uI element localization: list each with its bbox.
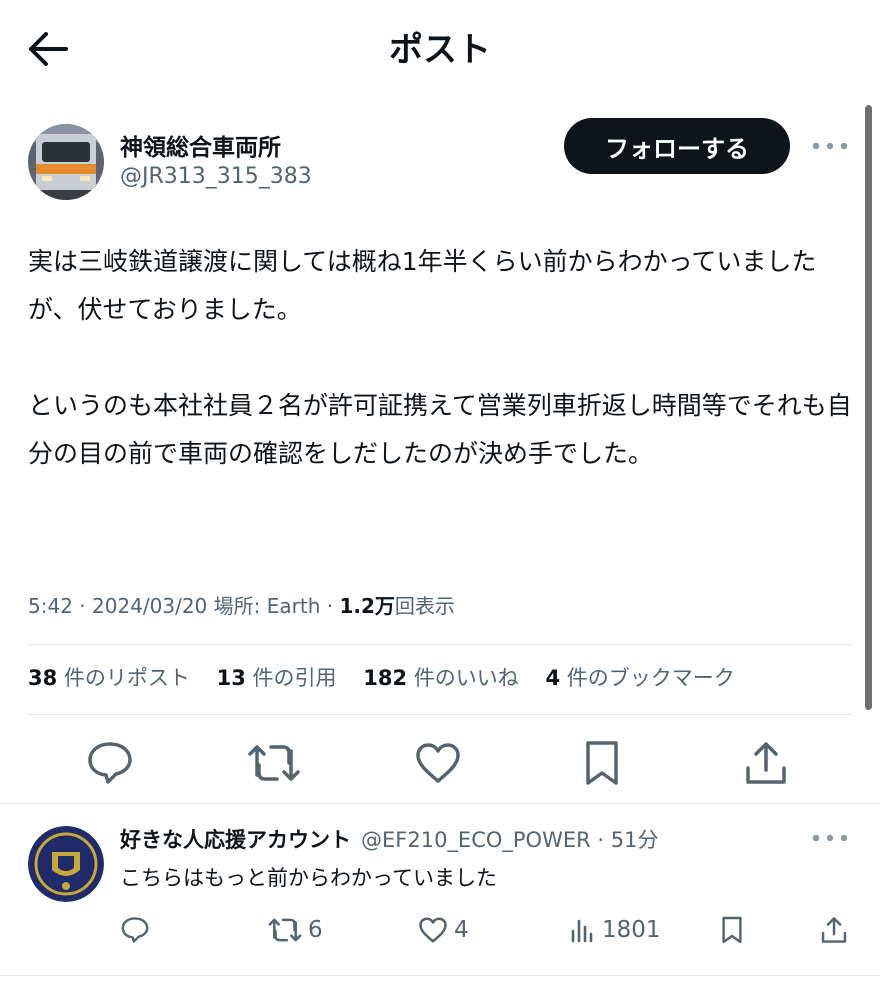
stat-likes[interactable]: 182 件のいいね	[363, 666, 519, 690]
stat-quotes[interactable]: 13 件の引用	[217, 666, 337, 690]
share-icon	[821, 917, 847, 943]
reply-view-count: 1801	[602, 917, 661, 943]
reply-like-button[interactable]: 4	[418, 912, 469, 948]
reply-repost-button[interactable]: 6	[268, 912, 323, 948]
share-icon	[746, 742, 786, 784]
share-button[interactable]	[736, 735, 796, 791]
divider	[28, 714, 853, 715]
bookmark-icon	[722, 916, 742, 944]
post-actions	[0, 735, 880, 795]
reply-button[interactable]	[80, 735, 140, 791]
reply-icon	[121, 917, 149, 943]
top-bar: ポスト	[0, 0, 880, 100]
repost-icon	[248, 745, 300, 781]
reply-share-button[interactable]	[820, 912, 848, 948]
analytics-icon	[571, 919, 593, 943]
author-name[interactable]: 神領総合車両所	[120, 128, 281, 162]
reply-bookmark-button[interactable]	[720, 912, 744, 948]
reply-author-handle[interactable]: @EF210_ECO_POWER	[361, 828, 591, 852]
reply-time[interactable]: 51分	[611, 828, 659, 852]
emblem-avatar-image	[28, 826, 104, 902]
repost-icon	[268, 918, 302, 942]
more-icon	[812, 834, 848, 842]
author-handle[interactable]: @JR313_315_383	[120, 164, 312, 189]
views-count: 1.2万	[339, 594, 395, 618]
reply-text: こちらはもっと前からわかっていました	[120, 866, 497, 890]
divider	[0, 975, 880, 976]
reply-header: 好きな人応援アカウント @EF210_ECO_POWER · 51分	[120, 828, 659, 852]
post-time[interactable]: 5:42	[28, 594, 73, 618]
bookmark-button[interactable]	[572, 735, 632, 791]
bookmark-icon	[586, 741, 618, 785]
like-icon	[419, 917, 447, 943]
repost-button[interactable]	[244, 735, 304, 791]
reply-reply-button[interactable]	[120, 912, 150, 948]
post-date[interactable]: 2024/03/20	[92, 594, 207, 618]
like-button[interactable]	[408, 735, 468, 791]
post-author: 神領総合車両所 @JR313_315_383 フォローする	[28, 118, 850, 202]
reply-repost-count: 6	[308, 917, 323, 943]
post-location: 場所: Earth	[213, 594, 321, 618]
page-title: ポスト	[389, 30, 491, 70]
like-icon	[416, 743, 460, 783]
avatar[interactable]	[28, 124, 104, 200]
reply-views-button[interactable]: 1801	[570, 912, 661, 948]
scrollbar[interactable]	[865, 105, 872, 710]
reply-more-button[interactable]	[810, 824, 850, 852]
stat-bookmarks[interactable]: 4 件のブックマーク	[545, 666, 734, 690]
engagement-stats: 38 件のリポスト 13 件の引用 182 件のいいね 4 件のブックマーク	[28, 662, 755, 692]
reply-author-name[interactable]: 好きな人応援アカウント	[120, 828, 351, 852]
follow-button[interactable]: フォローする	[564, 118, 790, 174]
post-paragraph: 実は三岐鉄道譲渡に関しては概ね1年半くらい前からわかっていましたが、伏せておりま…	[28, 247, 817, 324]
reply-like-count: 4	[454, 917, 469, 943]
divider	[0, 803, 880, 804]
reply-icon	[88, 742, 132, 784]
stat-reposts[interactable]: 38 件のリポスト	[28, 666, 190, 690]
post-paragraph: というのも本社社員２名が許可証携えて営業列車折返し時間等でそれも自分の目の前で車…	[28, 391, 852, 468]
post-meta: 5:42 · 2024/03/20 場所: Earth · 1.2万回表示	[28, 594, 455, 618]
reply-avatar[interactable]	[28, 826, 104, 902]
post-text: 実は三岐鉄道譲渡に関しては概ね1年半くらい前からわかっていましたが、伏せておりま…	[28, 238, 858, 478]
more-options-button[interactable]	[810, 132, 850, 160]
divider	[28, 644, 853, 645]
more-icon	[812, 142, 848, 150]
train-avatar-image	[28, 124, 104, 200]
views-label: 回表示	[394, 594, 455, 618]
